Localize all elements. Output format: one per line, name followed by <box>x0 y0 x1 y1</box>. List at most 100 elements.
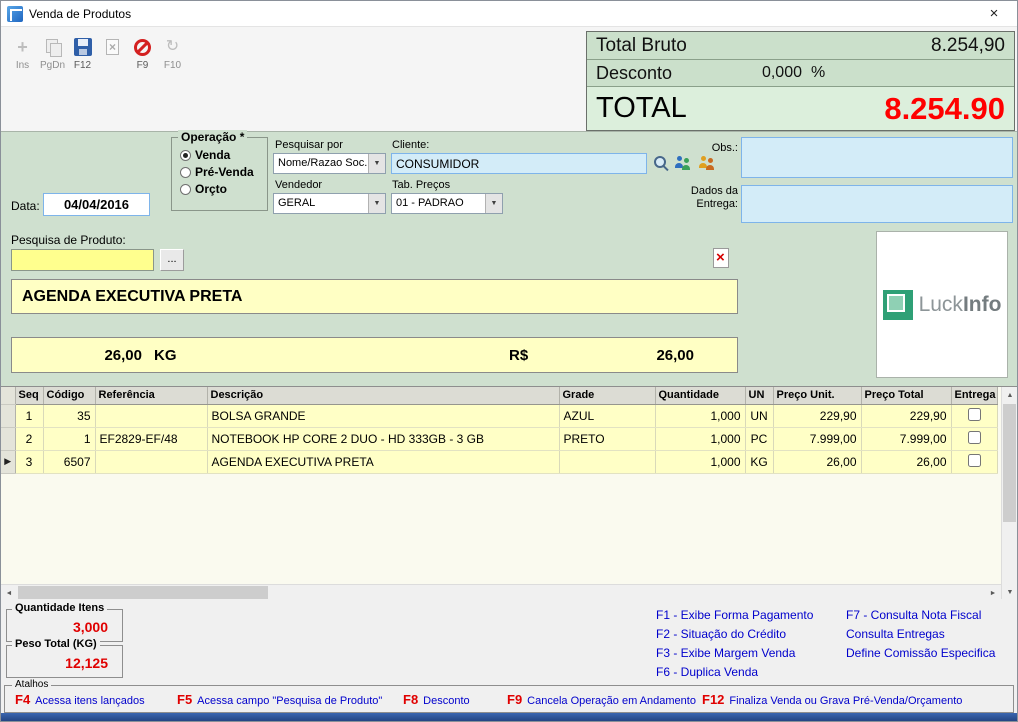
radio-pre-venda[interactable]: Pré-Venda <box>180 165 254 179</box>
refresh-button[interactable]: ↻ F10 <box>159 37 186 71</box>
data-label: Data: <box>11 199 40 213</box>
radio-circle <box>180 184 191 195</box>
peso-total-box: Peso Total (KG) 12,125 <box>6 645 123 678</box>
tab-precos-select[interactable]: 01 - PADRAO ▼ <box>391 193 503 214</box>
col-preco-unit[interactable]: Preço Unit. <box>773 387 861 404</box>
dados-entrega-textarea[interactable] <box>741 185 1013 223</box>
desconto-value: 0,000 <box>717 64 802 82</box>
product-price: 26,00 <box>572 347 694 364</box>
operacao-groupbox: Operação * Venda Pré-Venda Orçto <box>171 137 268 211</box>
pesquisa-produto-input[interactable] <box>11 249 154 271</box>
clients-icon[interactable] <box>675 156 695 170</box>
titlebar: Venda de Produtos × <box>1 1 1017 27</box>
col-entrega[interactable]: Entrega <box>951 387 997 404</box>
col-un[interactable]: UN <box>745 387 773 404</box>
hint-f3: F3 - Exibe Margem Venda <box>656 644 813 663</box>
horizontal-scroll-thumb[interactable] <box>18 586 268 599</box>
browse-product-button[interactable]: ... <box>160 249 184 271</box>
atalho-f5: F5 Acessa campo "Pesquisa de Produto" <box>177 692 382 707</box>
totals-panel: Total Bruto 8.254,90 Desconto 0,000 % TO… <box>586 31 1015 131</box>
quantidade-itens-value: 3,000 <box>73 619 108 635</box>
atalho-f9: F9 Cancela Operação em Andamento <box>507 692 696 707</box>
entrega-checkbox[interactable] <box>968 454 981 467</box>
pesquisar-por-select[interactable]: Nome/Razao Soc. ▼ <box>273 153 386 174</box>
person-icon <box>682 158 690 170</box>
col-seq[interactable]: Seq <box>15 387 43 404</box>
total-bruto-row: Total Bruto 8.254,90 <box>587 32 1014 60</box>
tab-precos-label: Tab. Preços <box>392 179 450 191</box>
total-row: TOTAL 8.254.90 <box>587 87 1014 130</box>
chevron-down-icon[interactable]: ▼ <box>485 194 502 213</box>
total-label: TOTAL <box>596 92 687 125</box>
scroll-up-button[interactable]: ▲ <box>1002 387 1018 403</box>
vendedor-label: Vendedor <box>275 179 322 191</box>
insert-record-button[interactable]: + Ins <box>9 37 36 71</box>
save-icon <box>74 38 92 56</box>
entrega-checkbox[interactable] <box>968 431 981 444</box>
chevron-down-icon[interactable]: ▼ <box>368 194 385 213</box>
atalhos-title: Atalhos <box>12 679 51 690</box>
radio-venda[interactable]: Venda <box>180 148 230 162</box>
app-icon <box>7 6 23 22</box>
table-row[interactable]: ▶ 3 6507 AGENDA EXECUTIVA PRETA 1,000 KG… <box>1 450 997 473</box>
hint-consulta-entregas: Consulta Entregas <box>846 625 995 644</box>
search-client-icon[interactable] <box>653 155 669 171</box>
table-row[interactable]: 1 35 BOLSA GRANDE AZUL 1,000 UN 229,90 2… <box>1 404 997 427</box>
entrega-checkbox[interactable] <box>968 408 981 421</box>
col-preco-total[interactable]: Preço Total <box>861 387 951 404</box>
total-bruto-value: 8.254,90 <box>931 35 1005 57</box>
save-button[interactable]: F12 <box>69 37 96 71</box>
col-descricao[interactable]: Descrição <box>207 387 559 404</box>
grid-horizontal-scrollbar[interactable]: ◄ ► <box>1 584 1001 600</box>
product-unit: KG <box>154 347 177 364</box>
form-panel: Data: 04/04/2016 Operação * Venda Pré-Ve… <box>1 131 1017 386</box>
product-name-display: AGENDA EXECUTIVA PRETA <box>11 279 738 314</box>
scroll-down-button[interactable]: ▼ <box>1002 584 1018 600</box>
total-value: 8.254.90 <box>884 91 1005 127</box>
indicator-header <box>1 387 15 404</box>
items-grid-area: Seq Código Referência Descrição Grade Qu… <box>1 386 1017 599</box>
items-grid: Seq Código Referência Descrição Grade Qu… <box>1 387 998 474</box>
col-codigo[interactable]: Código <box>43 387 95 404</box>
contacts-icon[interactable] <box>699 156 719 170</box>
vertical-scroll-thumb[interactable] <box>1003 404 1016 522</box>
desconto-label: Desconto <box>596 63 672 84</box>
cancel-operation-button[interactable]: F9 <box>129 37 156 71</box>
window-title: Venda de Produtos <box>29 7 131 21</box>
vendedor-select[interactable]: GERAL ▼ <box>273 193 386 214</box>
col-quantidade[interactable]: Quantidade <box>655 387 745 404</box>
pagedown-button[interactable]: PgDn <box>39 37 66 71</box>
quantidade-itens-label: Quantidade Itens <box>12 602 107 614</box>
luckinfo-logo-icon <box>883 290 913 320</box>
col-referencia[interactable]: Referência <box>95 387 207 404</box>
cliente-field[interactable]: CONSUMIDOR <box>391 153 647 174</box>
hint-comissao: Define Comissão Especifica <box>846 644 995 663</box>
data-field[interactable]: 04/04/2016 <box>43 193 150 216</box>
grid-header-row: Seq Código Referência Descrição Grade Qu… <box>1 387 997 404</box>
venda-produtos-window: Venda de Produtos × + Ins PgDn F12 <box>0 0 1018 722</box>
pesquisa-produto-label: Pesquisa de Produto: <box>11 233 126 247</box>
dados-entrega-label: Dados da Entrega: <box>681 185 738 211</box>
chevron-down-icon[interactable]: ▼ <box>368 154 385 173</box>
hint-f6: F6 - Duplica Venda <box>656 663 813 682</box>
bottom-accent-bar <box>1 713 1017 722</box>
delete-button[interactable] <box>99 37 126 71</box>
obs-label: Obs.: <box>706 142 738 154</box>
insert-icon: + <box>17 38 28 56</box>
radio-orcto[interactable]: Orçto <box>180 182 227 196</box>
col-grade[interactable]: Grade <box>559 387 655 404</box>
current-row-marker: ▶ <box>1 450 15 473</box>
table-row[interactable]: 2 1 EF2829-EF/48 NOTEBOOK HP CORE 2 DUO … <box>1 427 997 450</box>
remove-product-icon[interactable]: × <box>713 248 729 268</box>
radio-circle <box>180 150 191 161</box>
obs-textarea[interactable] <box>741 137 1013 178</box>
delete-icon <box>106 39 119 55</box>
pesquisar-por-label: Pesquisar por <box>275 139 343 151</box>
atalhos-bar: Atalhos F4 Acessa itens lançados F5 Aces… <box>4 685 1014 713</box>
product-quantity: 26,00 <box>57 347 142 364</box>
hint-f1: F1 - Exibe Forma Pagamento <box>656 606 813 625</box>
close-button[interactable]: × <box>977 5 1011 22</box>
grid-vertical-scrollbar[interactable]: ▲ ▼ <box>1001 387 1017 600</box>
desconto-row: Desconto 0,000 % <box>587 60 1014 87</box>
atalho-f8: F8 Desconto <box>403 692 470 707</box>
